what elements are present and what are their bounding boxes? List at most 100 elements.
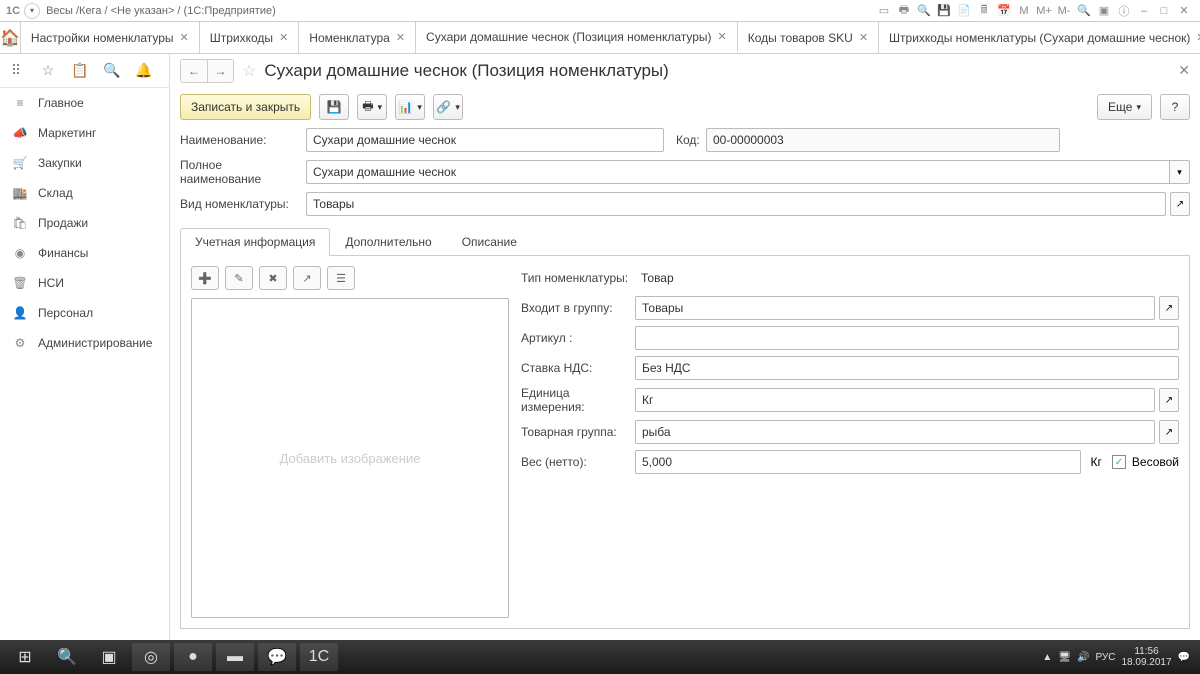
tab-item[interactable]: Номенклатура✕ [299, 22, 416, 53]
unit-input[interactable]: Кг [635, 388, 1155, 412]
info-icon[interactable]: ⓘ [1116, 3, 1132, 19]
add-image-button[interactable]: ➕ [191, 266, 219, 290]
clock[interactable]: 11:5618.09.2017 [1121, 646, 1171, 668]
sales-icon: 🛍 [12, 216, 28, 230]
tray-icon[interactable]: 🔊 [1077, 652, 1089, 663]
vat-label: Ставка НДС: [521, 361, 635, 375]
maximize-icon[interactable]: □ [1156, 3, 1172, 19]
save-icon[interactable]: 💾 [936, 3, 952, 19]
tab-close-icon[interactable]: ✕ [718, 30, 727, 43]
sidebar-item[interactable]: 🛒Закупки [0, 148, 169, 178]
app-taskbar-icon[interactable]: ● [174, 643, 212, 671]
app-taskbar-icon[interactable]: 💬 [258, 643, 296, 671]
tray-icon[interactable]: ▲ [1042, 652, 1052, 663]
home-tab[interactable]: 🏠 [0, 22, 21, 53]
sidebar: ⠿ ☆ 📋 🔍 🔔 ≡Главное 📣Маркетинг 🛒Закупки 🏬… [0, 54, 170, 640]
tab-close-icon[interactable]: ✕ [396, 31, 405, 44]
fullname-input[interactable] [306, 160, 1170, 184]
open-image-button[interactable]: ↗ [293, 266, 321, 290]
article-label: Артикул : [521, 331, 635, 345]
toolbar-icon[interactable]: ▭ [876, 3, 892, 19]
tab-item[interactable]: Штрихкоды номенклатуры (Сухари домашние … [879, 22, 1200, 53]
sidebar-item[interactable]: 👤Персонал [0, 298, 169, 328]
star-icon[interactable]: ☆ [38, 61, 58, 81]
name-input[interactable] [306, 128, 664, 152]
tab-item[interactable]: Коды товаров SKU✕ [738, 22, 879, 53]
close-window-icon[interactable]: ✕ [1176, 3, 1192, 19]
app-taskbar-icon[interactable]: ▬ [216, 643, 254, 671]
weight-checkbox[interactable]: ✓ [1112, 455, 1126, 469]
sidebar-item[interactable]: 🏬Склад [0, 178, 169, 208]
save-button[interactable]: 💾 [319, 94, 349, 120]
image-placeholder[interactable]: Добавить изображение [191, 298, 509, 618]
save-close-button[interactable]: Записать и закрыть [180, 94, 311, 120]
tab-item[interactable]: Настройки номенклатуры✕ [21, 22, 200, 53]
sidebar-item[interactable]: ≡Главное [0, 88, 169, 118]
sidebar-item[interactable]: ⚙Администрирование [0, 328, 169, 358]
apps-icon[interactable]: ⠿ [6, 61, 26, 81]
preview-icon[interactable]: 🔍 [916, 3, 932, 19]
app-taskbar-icon[interactable]: 1С [300, 643, 338, 671]
back-button[interactable]: ← [181, 60, 207, 82]
more-button[interactable]: Еще▾ [1097, 94, 1152, 120]
search-icon[interactable]: 🔍 [102, 61, 122, 81]
tab-item[interactable]: Штрихкоды✕ [200, 22, 300, 53]
print-button[interactable]: 🖶▾ [357, 94, 387, 120]
report-button[interactable]: 📊▾ [395, 94, 425, 120]
code-input[interactable] [706, 128, 1060, 152]
kind-input[interactable] [306, 192, 1166, 216]
kind-open-icon[interactable]: ↗ [1170, 192, 1190, 216]
unit-open-icon[interactable]: ↗ [1159, 388, 1179, 412]
list-image-button[interactable]: ☰ [327, 266, 355, 290]
group-input[interactable]: Товары [635, 296, 1155, 320]
edit-image-button[interactable]: ✎ [225, 266, 253, 290]
tab-close-icon[interactable]: ✕ [180, 31, 189, 44]
clipboard-icon[interactable]: 📋 [70, 61, 90, 81]
app-menu-icon[interactable]: ▾ [24, 3, 40, 19]
sidebar-item[interactable]: ◉Финансы [0, 238, 169, 268]
weight-input[interactable]: 5,000 [635, 450, 1081, 474]
sidebar-item[interactable]: 🛍Продажи [0, 208, 169, 238]
taskview-icon[interactable]: ▣ [90, 643, 128, 671]
delete-image-button[interactable]: ✖ [259, 266, 287, 290]
close-page-icon[interactable]: ✕ [1178, 62, 1190, 79]
inner-tab-account[interactable]: Учетная информация [180, 228, 330, 256]
link-button[interactable]: 🔗▾ [433, 94, 463, 120]
print-icon[interactable]: 🖶 [896, 3, 912, 19]
bell-icon[interactable]: 🔔 [134, 61, 154, 81]
m-minus-icon[interactable]: M- [1056, 3, 1072, 19]
start-button[interactable]: ⊞ [6, 643, 44, 671]
tab-item-active[interactable]: Сухари домашние чеснок (Позиция номенкла… [416, 22, 738, 53]
nav-buttons: ← → [180, 59, 234, 83]
calendar-icon[interactable]: 📅 [996, 3, 1012, 19]
sidebar-item[interactable]: 📣Маркетинг [0, 118, 169, 148]
tgroup-input[interactable]: рыба [635, 420, 1155, 444]
tgroup-open-icon[interactable]: ↗ [1159, 420, 1179, 444]
favorite-icon[interactable]: ☆ [242, 61, 256, 81]
article-input[interactable] [635, 326, 1179, 350]
forward-button[interactable]: → [207, 60, 233, 82]
inner-tab-description[interactable]: Описание [447, 228, 532, 255]
copy-icon[interactable]: 📄 [956, 3, 972, 19]
inner-tab-additional[interactable]: Дополнительно [330, 228, 446, 255]
panel-icon[interactable]: ▣ [1096, 3, 1112, 19]
lang-indicator[interactable]: РУС [1095, 652, 1115, 663]
form: Наименование: Код: Полное наименование ▾… [170, 126, 1200, 224]
search-taskbar-icon[interactable]: 🔍 [48, 643, 86, 671]
zoom-icon[interactable]: 🔍 [1076, 3, 1092, 19]
sidebar-item[interactable]: 🗑НСИ [0, 268, 169, 298]
minimize-icon[interactable]: – [1136, 3, 1152, 19]
help-button[interactable]: ? [1160, 94, 1190, 120]
calc-icon[interactable]: 🖩 [976, 3, 992, 19]
tab-close-icon[interactable]: ✕ [279, 31, 288, 44]
tab-close-icon[interactable]: ✕ [1196, 31, 1200, 44]
vat-input[interactable]: Без НДС [635, 356, 1179, 380]
notifications-icon[interactable]: 💬 [1178, 652, 1190, 663]
m-icon[interactable]: M [1016, 3, 1032, 19]
group-open-icon[interactable]: ↗ [1159, 296, 1179, 320]
tab-close-icon[interactable]: ✕ [859, 31, 868, 44]
m-plus-icon[interactable]: M+ [1036, 3, 1052, 19]
app-taskbar-icon[interactable]: ◎ [132, 643, 170, 671]
fullname-dropdown[interactable]: ▾ [1170, 160, 1190, 184]
tray-icon[interactable]: 🖥 [1058, 652, 1071, 663]
